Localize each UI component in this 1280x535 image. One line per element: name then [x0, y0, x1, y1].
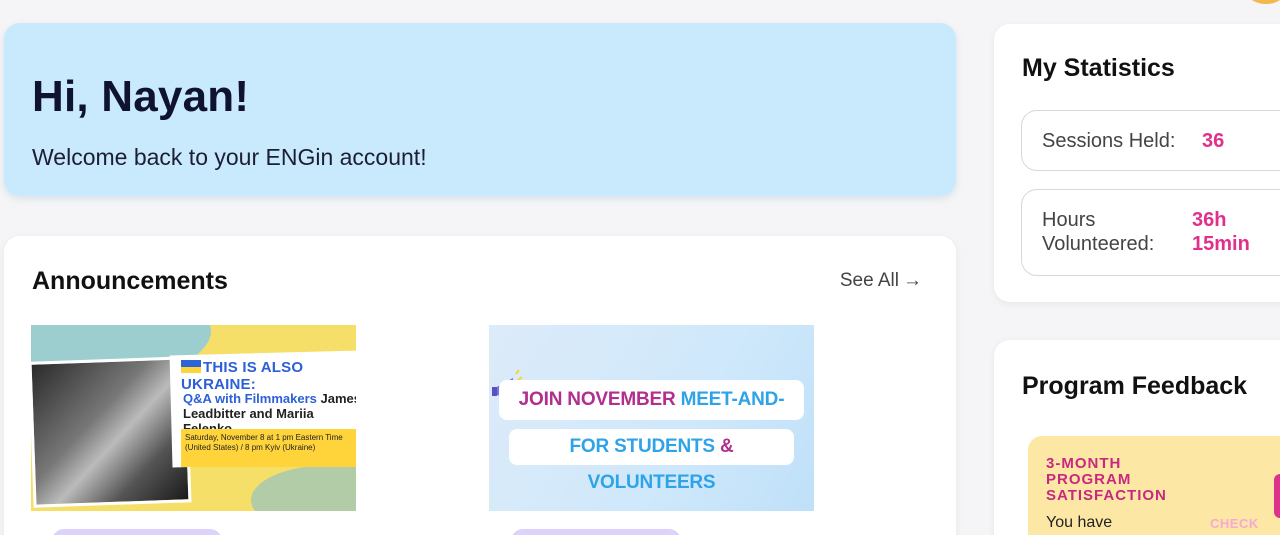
announcement-line-2: FOR STUDENTS & VOLUNTEERS: [509, 429, 794, 493]
feedback-survey-card[interactable]: 3-MONTH PROGRAM SATISFACTION You have CH…: [1028, 436, 1280, 535]
statistics-card: My Statistics Sessions Held: 36 Hours Vo…: [994, 24, 1280, 302]
decorative-wave: [251, 465, 356, 511]
stat-label: Sessions Held:: [1042, 130, 1176, 152]
announcement-line-1: JOIN NOVEMBER MEET-AND-TALKS: [499, 380, 804, 450]
announcement-image-ukraine[interactable]: THIS IS ALSO UKRAINE: Q&A with Filmmaker…: [31, 325, 356, 511]
card-accent-tab: [1274, 474, 1280, 518]
feedback-title: Program Feedback: [1022, 372, 1248, 400]
announcements-title: Announcements: [32, 267, 228, 295]
announcement-image-meet-and-talks[interactable]: JOIN NOVEMBER MEET-AND-TALKS FOR STUDENT…: [489, 325, 814, 511]
dashboard: Hi, Nayan! Welcome back to your ENGin ac…: [0, 0, 1280, 535]
announcement-tag: [511, 529, 681, 535]
statistics-title: My Statistics: [1022, 54, 1175, 82]
arrow-right-icon: →: [903, 270, 922, 291]
stat-value: 36h 15min: [1192, 209, 1250, 255]
welcome-subtitle: Welcome back to your ENGin account!: [32, 144, 427, 170]
ukraine-flag-icon: [181, 360, 201, 373]
announcements-card: Announcements See All → THIS IS ALSO UKRA…: [4, 236, 956, 535]
stat-label: Hours Volunteered:: [1042, 209, 1155, 255]
see-all-label: See All: [839, 270, 899, 291]
check-button[interactable]: CHECK: [1210, 516, 1259, 531]
welcome-greeting: Hi, Nayan!: [32, 72, 250, 121]
sessions-held-stat: Sessions Held: 36: [1021, 110, 1280, 171]
user-avatar[interactable]: [1244, 0, 1280, 4]
welcome-banner: Hi, Nayan! Welcome back to your ENGin ac…: [4, 23, 956, 196]
group-photo: [31, 356, 192, 508]
see-all-link[interactable]: See All →: [840, 270, 922, 292]
survey-heading: 3-MONTH PROGRAM SATISFACTION: [1046, 455, 1167, 504]
announcement-date: Saturday, November 8 at 1 pm Eastern Tim…: [181, 429, 356, 467]
hours-volunteered-stat: Hours Volunteered: 36h 15min: [1021, 189, 1280, 276]
announcement-tag: [52, 529, 222, 535]
program-feedback-card: Program Feedback 3-MONTH PROGRAM SATISFA…: [994, 340, 1280, 535]
announcement-headline: THIS IS ALSO UKRAINE:: [181, 359, 304, 393]
survey-body: You have: [1046, 514, 1113, 531]
stat-value: 36: [1202, 130, 1225, 152]
